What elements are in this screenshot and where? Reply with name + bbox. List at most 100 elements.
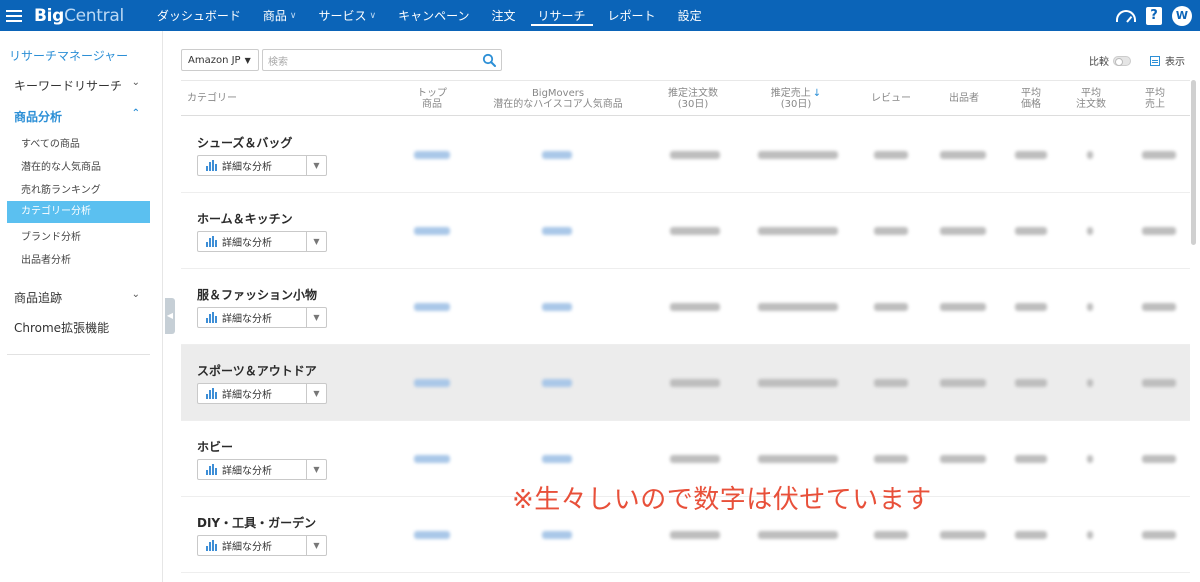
nav-item-4[interactable]: 注文 (481, 0, 527, 31)
header-line: (30日) (677, 99, 709, 110)
category-name[interactable]: シューズ＆バッグ (197, 134, 292, 151)
header-avg-orders[interactable]: 平均 注文数 (1073, 88, 1109, 110)
redacted-value (542, 531, 572, 539)
redacted-value (1087, 151, 1093, 159)
nav-item-6[interactable]: レポート (597, 0, 667, 31)
speedometer-icon[interactable] (1116, 9, 1136, 22)
chevron-down-icon[interactable]: ▼ (306, 156, 326, 175)
redacted-value (874, 227, 908, 235)
sidebar-item-keyword-research[interactable]: キーワードリサーチ ⌄ (14, 77, 140, 94)
redacted-value (940, 227, 986, 235)
redacted-value (670, 303, 720, 311)
header-est-sales[interactable]: 推定売上 ↓ (30日) (766, 88, 826, 110)
table-row[interactable]: スポーツ＆アウトドア詳細な分析 ▼ (181, 345, 1190, 421)
nav-item-1[interactable]: 商品 ∨ (252, 0, 308, 31)
header-line: BigMovers (531, 88, 585, 99)
table-scrollbar[interactable] (1191, 80, 1196, 245)
chevron-down-icon[interactable]: ▼ (306, 308, 326, 327)
sidebar-item-label: 商品追跡 (14, 291, 63, 305)
redacted-value (1087, 531, 1093, 539)
chevron-down-icon[interactable]: ▼ (306, 384, 326, 403)
detail-analysis-button[interactable]: 詳細な分析 ▼ (197, 459, 327, 480)
bar-chart-icon (206, 312, 217, 323)
sidebar-item-label: 商品分析 (14, 110, 63, 124)
header-sellers[interactable]: 出品者 (946, 93, 982, 104)
search-input[interactable] (263, 52, 473, 73)
sidebar: リサーチマネージャー キーワードリサーチ ⌄ 商品分析 ⌃ すべての商品潜在的な… (0, 31, 163, 582)
sidebar-collapse-handle[interactable]: ◀ (165, 298, 175, 334)
redacted-value (670, 531, 720, 539)
header-avg-price[interactable]: 平均 価格 (1017, 88, 1045, 110)
header-reviews[interactable]: レビュー (871, 93, 911, 104)
search-box (262, 49, 502, 73)
chevron-down-icon[interactable]: ▼ (306, 536, 326, 555)
sidebar-item-label: キーワードリサーチ (14, 79, 123, 93)
nav-item-0[interactable]: ダッシュボード (146, 0, 252, 31)
redacted-value (542, 151, 572, 159)
sidebar-item-product-analysis[interactable]: 商品分析 ⌃ (14, 108, 140, 125)
header-avg-sales[interactable]: 平均 売上 (1141, 88, 1169, 110)
header-line: 平均 (1145, 88, 1165, 99)
sidebar-subitem-4[interactable]: ブランド分析 (21, 228, 81, 243)
compare-control: 比較 (1089, 53, 1131, 68)
sidebar-subitem-5[interactable]: 出品者分析 (21, 251, 71, 266)
table-row[interactable]: シューズ＆バッグ詳細な分析 ▼ (181, 117, 1190, 193)
nav-item-label: キャンペーン (398, 9, 470, 23)
header-category[interactable]: カテゴリー (187, 93, 237, 104)
sidebar-item-chrome-extension[interactable]: Chrome拡張機能 (14, 319, 140, 336)
table-row[interactable]: ホーム＆キッチン詳細な分析 ▼ (181, 193, 1190, 269)
sidebar-subitem-3[interactable]: カテゴリー分析 (7, 201, 150, 223)
nav-item-7[interactable]: 設定 (667, 0, 713, 31)
header-bigmovers[interactable]: BigMovers 潜在的なハイスコア人気商品 (488, 88, 628, 110)
detail-analysis-button[interactable]: 詳細な分析 ▼ (197, 535, 327, 556)
redacted-value (940, 455, 986, 463)
chevron-down-icon[interactable]: ▼ (306, 232, 326, 251)
nav-item-2[interactable]: サービス ∨ (308, 0, 388, 31)
header-line: 価格 (1021, 99, 1041, 110)
category-name[interactable]: ホビー (197, 438, 233, 455)
redacted-value (1015, 379, 1047, 387)
nav-item-label: ダッシュボード (156, 9, 241, 23)
table-row[interactable]: 服＆ファッション小物詳細な分析 ▼ (181, 269, 1190, 345)
detail-analysis-button[interactable]: 詳細な分析 ▼ (197, 231, 327, 252)
sidebar-title[interactable]: リサーチマネージャー (9, 47, 128, 64)
redacted-value (874, 531, 908, 539)
help-icon[interactable]: ? (1146, 6, 1162, 25)
chevron-down-icon: ∨ (289, 10, 297, 21)
app-logo[interactable]: BigCentral (34, 6, 124, 26)
sidebar-item-product-tracking[interactable]: 商品追跡 ⌄ (14, 289, 140, 306)
marketplace-select-value: Amazon JP (188, 54, 241, 66)
sidebar-subitem-0[interactable]: すべての商品 (21, 135, 80, 150)
columns-icon (1150, 55, 1160, 66)
marketplace-select[interactable]: Amazon JP ▼ (181, 49, 259, 71)
compare-toggle[interactable] (1113, 55, 1131, 66)
nav-item-3[interactable]: キャンペーン (387, 0, 480, 31)
redacted-value (1142, 151, 1176, 159)
category-name[interactable]: ホーム＆キッチン (197, 210, 293, 227)
menu-icon[interactable] (6, 9, 22, 22)
category-name[interactable]: DIY・工具・ガーデン (197, 514, 316, 531)
avatar[interactable]: W (1172, 5, 1192, 26)
nav-item-label: サービス (318, 9, 367, 23)
detail-analysis-button[interactable]: 詳細な分析 ▼ (197, 307, 327, 328)
header-top-products[interactable]: トップ 商品 (417, 88, 447, 110)
chevron-down-icon: ▼ (244, 55, 251, 65)
detail-analysis-button[interactable]: 詳細な分析 ▼ (197, 383, 327, 404)
search-icon[interactable] (482, 53, 496, 67)
category-name[interactable]: スポーツ＆アウトドア (197, 362, 317, 379)
display-settings-button[interactable]: 表示 (1150, 53, 1185, 68)
redacted-value (414, 303, 450, 311)
redacted-value (1087, 455, 1093, 463)
redacted-value (874, 455, 908, 463)
chevron-down-icon[interactable]: ▼ (306, 460, 326, 479)
category-name[interactable]: 服＆ファッション小物 (197, 286, 317, 303)
redacted-value (414, 455, 450, 463)
bar-chart-icon (206, 160, 217, 171)
detail-analysis-button[interactable]: 詳細な分析 ▼ (197, 155, 327, 176)
redacted-value (1015, 531, 1047, 539)
sidebar-subitem-2[interactable]: 売れ筋ランキング (21, 181, 101, 196)
redacted-value (542, 379, 572, 387)
sidebar-subitem-1[interactable]: 潜在的な人気商品 (21, 158, 101, 173)
nav-item-5[interactable]: リサーチ (527, 0, 597, 31)
header-est-orders[interactable]: 推定注文数 (30日) (668, 88, 718, 110)
